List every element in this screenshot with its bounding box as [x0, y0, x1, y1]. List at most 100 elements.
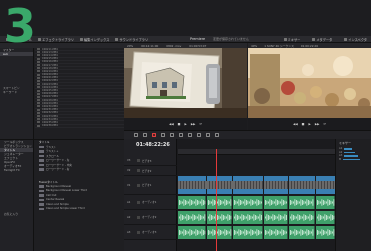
- tb-index[interactable]: 編集インデックス: [79, 37, 109, 42]
- waveform[interactable]: [311, 201, 312, 204]
- waveform[interactable]: [201, 199, 203, 206]
- clip-frame[interactable]: [307, 181, 310, 189]
- waveform[interactable]: [323, 200, 324, 205]
- waveform[interactable]: [182, 215, 183, 220]
- waveform[interactable]: [306, 215, 308, 220]
- waveform[interactable]: [203, 216, 204, 219]
- waveform[interactable]: [308, 230, 309, 235]
- clip-frame[interactable]: [331, 181, 334, 189]
- waveform[interactable]: [183, 229, 185, 236]
- waveform[interactable]: [320, 201, 321, 204]
- waveform[interactable]: [291, 200, 293, 205]
- waveform[interactable]: [220, 230, 221, 235]
- waveform[interactable]: [246, 216, 247, 219]
- waveform[interactable]: [311, 231, 312, 234]
- waveform[interactable]: [212, 215, 214, 220]
- waveform[interactable]: [311, 215, 312, 220]
- waveform[interactable]: [269, 199, 271, 206]
- waveform[interactable]: [244, 215, 246, 220]
- waveform[interactable]: [201, 215, 203, 220]
- waveform[interactable]: [188, 201, 189, 204]
- waveform[interactable]: [186, 230, 188, 235]
- waveform[interactable]: [198, 214, 200, 221]
- waveform[interactable]: [229, 231, 230, 234]
- waveform[interactable]: [195, 215, 197, 220]
- waveform[interactable]: [189, 215, 191, 220]
- clip-frame[interactable]: [257, 181, 260, 189]
- waveform[interactable]: [179, 200, 180, 205]
- waveform[interactable]: [204, 200, 206, 205]
- waveform[interactable]: [280, 215, 281, 220]
- waveform[interactable]: [269, 229, 271, 236]
- waveform[interactable]: [197, 200, 198, 205]
- clip-frame[interactable]: [325, 181, 328, 189]
- lock-icon[interactable]: [137, 200, 140, 204]
- waveform[interactable]: [317, 200, 318, 205]
- waveform[interactable]: [243, 231, 244, 234]
- waveform[interactable]: [324, 200, 326, 205]
- waveform[interactable]: [221, 230, 223, 235]
- waveform[interactable]: [191, 230, 192, 235]
- next-frame-icon[interactable]: ▶▶: [191, 122, 196, 126]
- waveform[interactable]: [286, 215, 287, 220]
- waveform[interactable]: [283, 200, 284, 205]
- waveform[interactable]: [277, 216, 278, 219]
- waveform[interactable]: [241, 200, 243, 205]
- waveform[interactable]: [258, 200, 259, 205]
- waveform[interactable]: [266, 214, 268, 221]
- fx-category[interactable]: Fairlight FX: [0, 168, 33, 172]
- waveform[interactable]: [235, 200, 237, 205]
- waveform[interactable]: [230, 199, 232, 206]
- waveform[interactable]: [186, 200, 188, 205]
- waveform[interactable]: [185, 230, 186, 235]
- tb-metadata[interactable]: メタデータ: [312, 37, 332, 42]
- waveform[interactable]: [300, 199, 302, 206]
- clip-frame[interactable]: [178, 181, 181, 189]
- waveform[interactable]: [250, 229, 252, 236]
- waveform[interactable]: [318, 214, 320, 221]
- waveform[interactable]: [186, 214, 188, 221]
- clip-frame[interactable]: [304, 181, 307, 189]
- waveform[interactable]: [278, 230, 280, 235]
- clip-frame[interactable]: [260, 181, 263, 189]
- waveform[interactable]: [208, 230, 209, 235]
- play-icon[interactable]: ▶: [309, 122, 311, 126]
- waveform[interactable]: [253, 200, 255, 205]
- lock-icon[interactable]: [137, 169, 140, 172]
- lock-icon[interactable]: [137, 159, 140, 162]
- waveform[interactable]: [185, 216, 186, 219]
- loop-icon[interactable]: ⟳: [199, 122, 202, 126]
- waveform[interactable]: [265, 216, 266, 219]
- playhead[interactable]: [216, 149, 217, 251]
- waveform[interactable]: [266, 200, 268, 205]
- waveform[interactable]: [221, 214, 223, 221]
- waveform[interactable]: [252, 216, 253, 219]
- loop-icon[interactable]: ⟳: [323, 122, 326, 126]
- waveform[interactable]: [227, 230, 229, 235]
- insert-clip-icon[interactable]: [161, 133, 165, 137]
- video-clip-footer[interactable]: [178, 189, 206, 194]
- timeline-viewer[interactable]: [248, 48, 371, 118]
- waveform[interactable]: [253, 214, 255, 221]
- waveform[interactable]: [312, 215, 314, 220]
- clip-frame[interactable]: [270, 181, 273, 189]
- waveform[interactable]: [179, 216, 180, 219]
- clip-frame[interactable]: [219, 181, 222, 189]
- waveform[interactable]: [218, 215, 220, 220]
- waveform[interactable]: [303, 200, 305, 205]
- waveform[interactable]: [195, 229, 197, 236]
- waveform[interactable]: [297, 200, 299, 205]
- waveform[interactable]: [329, 230, 330, 235]
- waveform[interactable]: [246, 200, 247, 205]
- waveform[interactable]: [180, 214, 182, 221]
- waveform[interactable]: [284, 230, 286, 235]
- waveform[interactable]: [226, 216, 227, 219]
- waveform[interactable]: [258, 230, 259, 235]
- waveform[interactable]: [269, 215, 271, 220]
- waveform[interactable]: [281, 229, 283, 236]
- waveform[interactable]: [220, 216, 221, 219]
- waveform[interactable]: [221, 200, 223, 205]
- waveform[interactable]: [327, 199, 329, 206]
- clip-row[interactable]: C00236.MP4: [35, 124, 124, 128]
- waveform[interactable]: [323, 216, 324, 219]
